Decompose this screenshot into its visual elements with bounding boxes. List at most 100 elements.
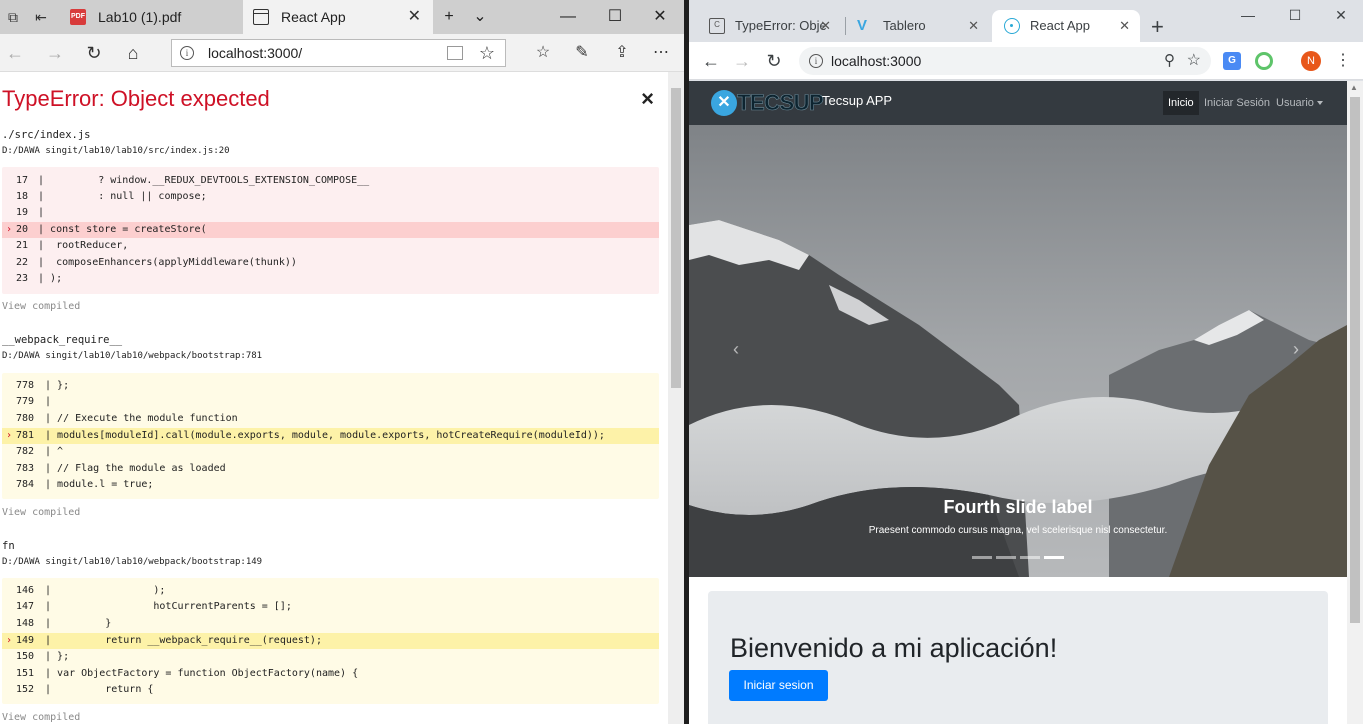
error-overlay: TypeError: Object expected × ./src/index…	[0, 72, 668, 724]
close-tab-icon[interactable]: ✕	[408, 0, 421, 34]
close-overlay-icon[interactable]: ×	[641, 86, 654, 112]
new-tab-icon[interactable]: +	[432, 0, 466, 34]
tab-list-chevron-icon[interactable]: ⌄	[463, 0, 497, 34]
stack-frame-path[interactable]: D:/DAWA singit/lab10/lab10/webpack/boots…	[2, 557, 262, 567]
edge-scrollbar[interactable]	[668, 72, 684, 724]
stack-frame-path[interactable]: D:/DAWA singit/lab10/lab10/webpack/boots…	[2, 351, 262, 361]
refresh-icon[interactable]: ↻	[80, 40, 108, 66]
chrome-tab-tablero[interactable]: V Tablero ✕	[845, 10, 989, 42]
back-icon[interactable]: ←	[698, 48, 724, 74]
carousel-next-icon[interactable]: ›	[1293, 339, 1299, 360]
carousel-indicator[interactable]	[972, 556, 992, 559]
profile-avatar[interactable]: N	[1301, 51, 1321, 71]
logo-wordmark: TECSUP	[737, 90, 824, 116]
address-url[interactable]: localhost:3000	[831, 47, 921, 75]
chrome-window: C TypeError: Obje ✕ V Tablero ✕ React Ap…	[689, 0, 1363, 724]
info-icon[interactable]: i	[180, 46, 194, 60]
close-tab-icon[interactable]: ✕	[968, 10, 979, 42]
stack-frame-path[interactable]: D:/DAWA singit/lab10/lab10/src/index.js:…	[2, 146, 230, 156]
minimize-icon[interactable]: —	[1233, 4, 1263, 26]
page-scrollbar[interactable]: ▲	[1347, 81, 1363, 724]
code-line: 782 | ^	[16, 446, 64, 457]
favorite-star-icon[interactable]: ☆	[479, 40, 495, 66]
carousel-indicator[interactable]	[1020, 556, 1040, 559]
close-tab-icon[interactable]: ✕	[820, 10, 831, 42]
tab-preview-icon[interactable]: ⧉	[4, 8, 22, 26]
share-icon[interactable]: ⇪	[608, 40, 636, 66]
stack-frame-name: ./src/index.js	[2, 129, 91, 141]
minimize-icon[interactable]: —	[551, 0, 585, 34]
caret-down-icon	[1316, 101, 1323, 106]
pen-notes-icon[interactable]: ✎	[568, 40, 596, 66]
tab-title: Tablero	[883, 18, 926, 33]
reading-view-icon[interactable]	[447, 46, 463, 60]
tecsup-logo[interactable]: ✕ TECSUP	[711, 89, 824, 117]
info-icon[interactable]: i	[809, 54, 823, 68]
bookmark-star-icon[interactable]: ☆	[1187, 47, 1201, 75]
forward-icon[interactable]: →	[41, 40, 69, 66]
code-line: 783 | // Flag the module as loaded	[16, 463, 226, 474]
scrollbar-thumb[interactable]	[1350, 97, 1360, 623]
forward-icon[interactable]: →	[729, 48, 755, 74]
code-line: 21 | rootReducer,	[16, 240, 129, 251]
chrome-toolbar: ← → ↻ i localhost:3000 ⚲ ☆ G N ⋮	[689, 42, 1363, 80]
nav-link-inicio[interactable]: Inicio	[1163, 91, 1199, 115]
code-line: 146 | );	[16, 585, 166, 596]
view-compiled-link[interactable]: View compiled	[2, 301, 80, 312]
more-icon[interactable]: ⋯	[647, 40, 675, 66]
edge-window: ⧉ ⇤ PDF Lab10 (1).pdf React App ✕ + ⌄ — …	[0, 0, 684, 724]
carousel-indicator[interactable]	[996, 556, 1016, 559]
close-window-icon[interactable]: ✕	[643, 0, 677, 34]
close-window-icon[interactable]: ✕	[1326, 4, 1356, 26]
back-icon[interactable]: ←	[1, 40, 29, 66]
address-url[interactable]: localhost:3000/	[208, 40, 302, 66]
translate-extension-icon[interactable]: G	[1223, 52, 1241, 70]
tab-title: TypeError: Obje	[735, 18, 827, 33]
code-line: 779 |	[16, 396, 52, 407]
nav-dropdown-usuario[interactable]: Usuario	[1271, 91, 1328, 115]
navbar-brand[interactable]: Tecsup APP	[822, 81, 892, 121]
v-logo-icon: V	[857, 17, 868, 34]
omnibox[interactable]: i localhost:3000 ⚲ ☆	[799, 47, 1211, 75]
code-line: 18 | : null || compose;	[16, 191, 207, 202]
view-compiled-link[interactable]: View compiled	[2, 507, 80, 518]
carousel-caption-title: Fourth slide label	[943, 497, 1093, 517]
edge-tab-pdf[interactable]: PDF Lab10 (1).pdf	[60, 0, 243, 34]
chrome-menu-icon[interactable]: ⋮	[1335, 48, 1351, 74]
new-tab-icon[interactable]: +	[1151, 14, 1164, 40]
nav-link-iniciar-sesion[interactable]: Iniciar Sesión	[1199, 91, 1275, 115]
code-line: 150 | };	[16, 651, 70, 662]
favorites-list-icon[interactable]: ☆	[529, 40, 557, 66]
maximize-icon[interactable]: ☐	[598, 0, 632, 34]
tab-title: Lab10 (1).pdf	[98, 9, 182, 25]
carousel-indicator-active[interactable]	[1044, 556, 1064, 559]
edge-tab-bar: ⧉ ⇤ PDF Lab10 (1).pdf React App ✕ + ⌄ — …	[0, 0, 684, 34]
code-line: 19 |	[16, 207, 45, 218]
image-carousel: ‹ › Fourth slide label Praesent commodo …	[689, 125, 1347, 577]
scrollbar-thumb[interactable]	[671, 88, 681, 388]
maximize-icon[interactable]: ☐	[1280, 4, 1310, 26]
zoom-icon[interactable]: ⚲	[1164, 47, 1175, 75]
desktop-screen: ⧉ ⇤ PDF Lab10 (1).pdf React App ✕ + ⌄ — …	[0, 0, 1363, 724]
reload-icon[interactable]: ↻	[761, 48, 787, 74]
address-bar[interactable]: i localhost:3000/ ☆	[171, 39, 506, 67]
home-icon[interactable]: ⌂	[119, 40, 147, 66]
scroll-up-icon[interactable]: ▲	[1350, 83, 1358, 92]
code-line: 778 | };	[16, 380, 70, 391]
stack-frame-name: fn	[2, 540, 15, 552]
error-arrow-icon: ›	[6, 635, 13, 646]
pdf-icon: PDF	[70, 9, 86, 25]
code-line: 17 | ? window.__REDUX_DEVTOOLS_EXTENSION…	[16, 175, 370, 186]
view-compiled-link[interactable]: View compiled	[2, 712, 80, 723]
edge-tab-react-app[interactable]: React App ✕	[243, 0, 433, 34]
code-line: 148 | }	[16, 618, 112, 629]
chrome-tab-typeerror[interactable]: C TypeError: Obje ✕	[697, 10, 841, 42]
login-button[interactable]: Iniciar sesion	[729, 670, 828, 701]
set-aside-tabs-icon[interactable]: ⇤	[32, 8, 50, 26]
code-line: 151 | var ObjectFactory = function Objec…	[16, 668, 359, 679]
code-line-highlighted: › 781 | modules[moduleId].call(module.exp…	[2, 428, 659, 444]
close-tab-icon[interactable]: ✕	[1119, 10, 1130, 42]
extension-ring-icon[interactable]	[1255, 52, 1273, 70]
chrome-tab-react-app[interactable]: React App ✕	[992, 10, 1140, 42]
carousel-prev-icon[interactable]: ‹	[733, 339, 739, 360]
